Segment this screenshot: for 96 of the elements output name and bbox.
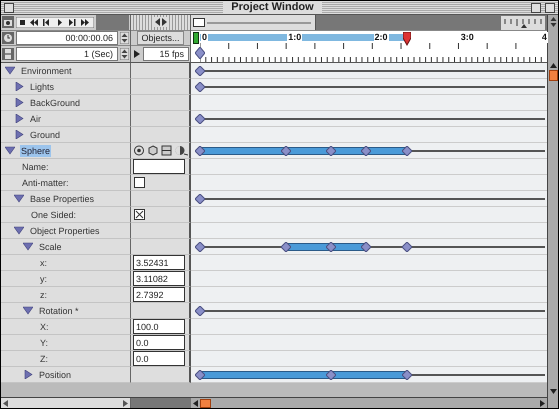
window-title: Project Window (223, 1, 322, 14)
keyframe-icon[interactable] (281, 242, 292, 252)
timeline-scrollbar[interactable] (191, 398, 548, 408)
keyframe-icon[interactable] (195, 370, 205, 380)
tree-item-label[interactable]: One Sided: (30, 208, 78, 220)
left-arrow-icon[interactable] (193, 400, 198, 406)
value-field[interactable]: 0.0 (133, 335, 185, 350)
toolbar-panel (96, 15, 129, 30)
playhead-marker-icon[interactable] (403, 32, 412, 46)
scroll-thumb[interactable] (200, 398, 211, 408)
value-field[interactable]: 3.11082 (133, 271, 185, 286)
expanded-triangle-icon[interactable] (23, 242, 33, 251)
expanded-triangle-icon[interactable] (14, 226, 24, 235)
keyframe-icon[interactable] (326, 146, 336, 156)
keyframe-icon[interactable] (402, 146, 412, 156)
keyframe-icon[interactable] (326, 370, 336, 380)
close-box[interactable] (4, 2, 14, 12)
ruler-icon[interactable] (501, 16, 546, 30)
zoom-box[interactable] (531, 2, 541, 12)
tree-item-label[interactable]: X: (39, 320, 50, 332)
transport-controls-icon[interactable] (16, 16, 94, 28)
value-field[interactable]: 0.0 (133, 351, 185, 366)
tree-item-label[interactable]: Air (29, 112, 42, 124)
tree-item-label[interactable]: x: (39, 256, 48, 268)
scroll-thumb[interactable] (548, 70, 558, 81)
tree-item-label[interactable]: y: (39, 272, 48, 284)
value-field[interactable]: 100.0 (133, 319, 185, 334)
right-arrow-icon[interactable] (540, 400, 546, 406)
tree-item-label[interactable]: Sphere (20, 144, 52, 156)
tree-item-label[interactable]: Object Properties (29, 224, 101, 236)
left-right-arrows-icon[interactable] (154, 17, 168, 28)
expanded-triangle-icon[interactable] (5, 66, 15, 75)
keyframe-icon[interactable] (402, 370, 412, 380)
camera-icon[interactable] (2, 16, 14, 28)
ruler-label: 2:0 (374, 32, 389, 43)
tree-item-label[interactable]: Position (38, 368, 72, 380)
left-arrow-icon[interactable] (3, 400, 8, 406)
keyframe-icon[interactable] (195, 306, 205, 316)
keyframe-icon[interactable] (195, 194, 205, 204)
tree-item-label[interactable]: Scale (38, 240, 63, 252)
keyframe-icon[interactable] (195, 114, 205, 124)
ruler-label: 1:0 (287, 32, 302, 43)
tree-item-label[interactable]: Environment (20, 64, 73, 76)
expanded-triangle-icon[interactable] (5, 146, 15, 155)
keyframe-icon[interactable] (195, 146, 205, 156)
time-unit-field[interactable]: 1 (Sec) (16, 47, 118, 62)
tree-item-label[interactable]: Anti-matter: (21, 176, 70, 188)
ruler-label: 0 (201, 32, 208, 43)
keyframe-icon[interactable] (360, 242, 371, 252)
collapsed-triangle-icon[interactable] (14, 98, 24, 107)
current-keyframe-icon[interactable] (195, 47, 205, 59)
collapse-box[interactable] (545, 2, 555, 12)
keyframe-icon[interactable] (402, 242, 412, 252)
checked-checkbox[interactable] (134, 209, 145, 220)
right-arrow-icon[interactable] (123, 400, 128, 406)
collapsed-triangle-icon[interactable] (14, 114, 24, 123)
tree-item-label[interactable]: BackGround (29, 96, 82, 108)
objects-button[interactable]: Objects... (137, 31, 184, 45)
scrollbar-filler (131, 398, 191, 408)
stepper-icon[interactable] (120, 32, 129, 44)
object-tools-icon[interactable] (134, 145, 188, 156)
tree-item-label[interactable]: Base Properties (29, 192, 96, 204)
tree-item-label[interactable]: Y: (39, 336, 50, 348)
value-field[interactable]: 2.7392 (133, 287, 185, 302)
time-ruler[interactable]: 0 1:0 2:0 3:0 4 (191, 31, 548, 62)
keyframe-icon[interactable] (195, 242, 205, 252)
collapsed-triangle-icon[interactable] (14, 82, 24, 91)
value-field[interactable]: 3.52431 (133, 255, 185, 270)
horizontal-scrollbar[interactable] (1, 398, 131, 408)
up-arrow-icon[interactable] (550, 63, 557, 68)
expanded-triangle-icon[interactable] (14, 194, 24, 203)
keyframe-icon[interactable] (195, 66, 205, 76)
start-marker-icon[interactable] (193, 32, 199, 44)
keyframe-icon[interactable] (195, 82, 205, 92)
time-field[interactable]: 00:00:00.06 (16, 31, 118, 45)
frame-rate-field[interactable]: 15 fps (143, 47, 189, 62)
tree-item-label[interactable]: z: (39, 288, 48, 300)
tree-item-label[interactable]: Name: (21, 160, 50, 172)
keyframe-icon[interactable] (326, 242, 336, 252)
checkbox[interactable] (134, 177, 145, 188)
collapsed-triangle-icon[interactable] (23, 370, 33, 379)
zoom-slider-thumb[interactable] (193, 18, 205, 27)
tree-item-label[interactable]: Ground (29, 128, 62, 140)
tree-item-label[interactable]: Lights (29, 80, 56, 92)
keyframe-icon[interactable] (360, 146, 371, 156)
vertical-scrollbar[interactable] (547, 15, 558, 408)
collapsed-triangle-icon[interactable] (14, 130, 24, 139)
ruler-label: 3:0 (460, 32, 475, 43)
expanded-triangle-icon[interactable] (23, 306, 33, 315)
tree-item-label[interactable]: Z: (39, 352, 49, 364)
stepper-icon[interactable] (120, 48, 129, 60)
down-arrow-icon[interactable] (550, 389, 557, 394)
value-field[interactable] (133, 159, 185, 174)
keyframe-icon[interactable] (281, 146, 292, 156)
ruler-label: 4 (540, 32, 548, 43)
tree-item-label[interactable]: Rotation * (38, 304, 80, 316)
